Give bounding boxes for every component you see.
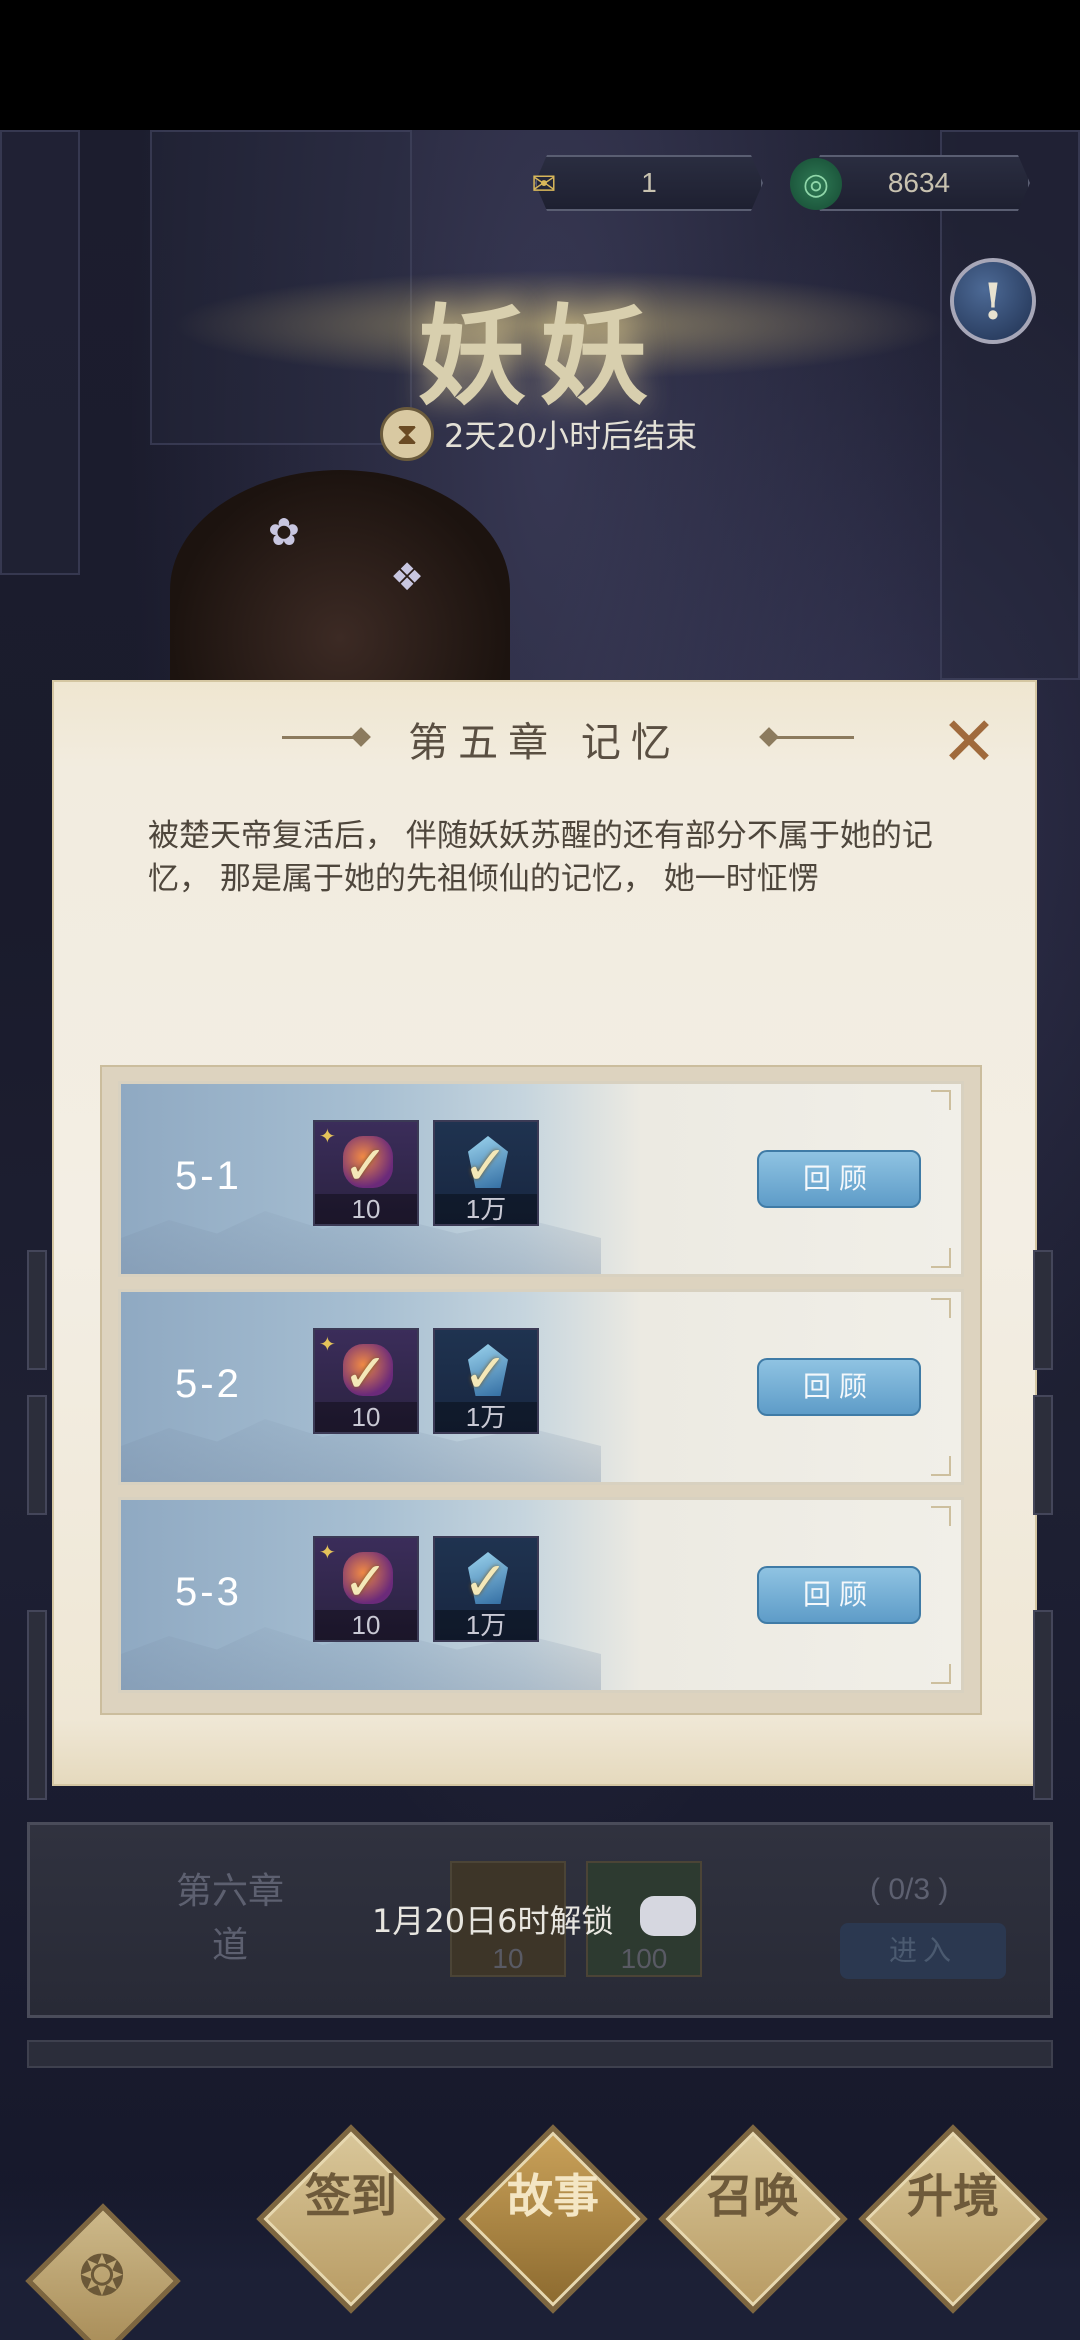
hair-jewel-icon: ❖ xyxy=(390,555,425,599)
enter-button[interactable]: 进入 xyxy=(840,1923,1006,1979)
stage-list: 5-1 ✦ ✓ 10 ✓ 1万 回顾 5-2 ✦ ✓ 10 ✓ 1万 回顾 5-… xyxy=(100,1065,982,1715)
stage-label: 5-1 xyxy=(175,1154,242,1198)
chapter-name: 第六章 道 xyxy=(150,1865,310,1973)
bg-row-edge xyxy=(27,1395,47,1515)
title-line-right xyxy=(774,736,854,739)
check-icon: ✓ xyxy=(463,1550,509,1613)
stage-label: 5-2 xyxy=(175,1362,242,1406)
stage-row: 5-2 ✦ ✓ 10 ✓ 1万 回顾 xyxy=(118,1289,964,1485)
nav-story-label: 故事 xyxy=(486,2170,620,2222)
flag-icon: ✦ xyxy=(319,1540,336,1564)
nav-summon-label: 召唤 xyxy=(686,2170,820,2222)
reward-crystal[interactable]: ✓ 1万 xyxy=(433,1120,539,1226)
chapter-description: 被楚天帝复活后， 伴随妖妖苏醒的还有部分不属于她的记忆， 那是属于她的先祖倾仙的… xyxy=(148,818,933,897)
reward-qty: 1万 xyxy=(435,1402,537,1432)
stage-row: 5-1 ✦ ✓ 10 ✓ 1万 回顾 xyxy=(118,1081,964,1277)
bg-panel-left xyxy=(0,130,80,575)
stage-label: 5-3 xyxy=(175,1570,242,1614)
lock-icon xyxy=(640,1896,696,1936)
bg-row-edge xyxy=(1033,1395,1053,1515)
reward-crystal[interactable]: ✓ 1万 xyxy=(433,1328,539,1434)
reward-qty: 10 xyxy=(315,1194,417,1224)
chapter-dialog: 第五章 记忆 ✕ 被楚天帝复活后， 伴随妖妖苏醒的还有部分不属于她的记忆， 那是… xyxy=(52,680,1037,1786)
event-timer: ⧗ 2天20小时后结束 xyxy=(380,404,697,464)
nav-summon-text: 召唤 xyxy=(707,2169,799,2223)
nav-ascend-text: 升境 xyxy=(907,2169,999,2223)
check-icon: ✓ xyxy=(343,1550,389,1613)
chapter-progress: ( 0/3 ) xyxy=(870,1873,949,1906)
info-button[interactable]: ! xyxy=(950,258,1036,344)
nav-ascend-label: 升境 xyxy=(886,2170,1020,2222)
bg-panel-right xyxy=(940,130,1080,680)
bg-row-edge xyxy=(1033,1250,1053,1370)
character-portrait xyxy=(170,470,510,710)
check-icon: ✓ xyxy=(463,1342,509,1405)
event-title: 妖妖 xyxy=(417,294,662,420)
reward-orb[interactable]: ✦ ✓ 10 xyxy=(313,1120,419,1226)
nav-story-text: 故事 xyxy=(507,2169,599,2223)
ticket-count: 1 xyxy=(641,167,657,198)
reward-qty: 1万 xyxy=(435,1194,537,1224)
frame-corner xyxy=(931,1298,951,1318)
close-icon[interactable]: ✕ xyxy=(934,708,1004,778)
next-row-edge xyxy=(27,2040,1053,2068)
stage-row: 5-3 ✦ ✓ 10 ✓ 1万 回顾 xyxy=(118,1497,964,1693)
reward-crystal[interactable]: ✓ 1万 xyxy=(433,1536,539,1642)
nav-signin-text: 签到 xyxy=(305,2169,397,2223)
review-button[interactable]: 回顾 xyxy=(757,1566,921,1624)
hourglass-icon: ⧗ xyxy=(380,407,434,461)
timer-text: 2天20小时后结束 xyxy=(444,417,698,455)
home-icon: ❂ xyxy=(78,2244,126,2309)
hair-ornament-icon: ✿ xyxy=(268,510,300,554)
dialog-title: 第五章 记忆 xyxy=(408,720,681,766)
reward-qty: 1万 xyxy=(435,1610,537,1640)
bg-row-edge xyxy=(27,1610,47,1800)
flag-icon: ✦ xyxy=(319,1124,336,1148)
reward-qty: 10 xyxy=(315,1402,417,1432)
flag-icon: ✦ xyxy=(319,1332,336,1356)
unlock-time: 1月20日6时解锁 xyxy=(372,1902,614,1940)
review-button[interactable]: 回顾 xyxy=(757,1358,921,1416)
check-icon: ✓ xyxy=(343,1134,389,1197)
jade-coin-icon: ◎ xyxy=(790,158,842,210)
frame-corner xyxy=(931,1456,951,1476)
check-icon: ✓ xyxy=(343,1342,389,1405)
nav-signin-label: 签到 xyxy=(284,2170,418,2222)
review-button[interactable]: 回顾 xyxy=(757,1150,921,1208)
jade-count: 8634 xyxy=(887,167,951,198)
check-icon: ✓ xyxy=(463,1134,509,1197)
frame-corner xyxy=(931,1664,951,1684)
reward-qty: 10 xyxy=(315,1610,417,1640)
chapter-name-line1: 第六章 xyxy=(175,1871,284,1912)
status-bar-area xyxy=(0,0,1080,130)
reward-orb[interactable]: ✦ ✓ 10 xyxy=(313,1536,419,1642)
bg-row-edge xyxy=(27,1250,47,1370)
info-icon: ! xyxy=(982,271,1004,331)
scroll-ticket-icon: ✉ xyxy=(531,166,557,202)
frame-corner xyxy=(931,1248,951,1268)
reward-orb[interactable]: ✦ ✓ 10 xyxy=(313,1328,419,1434)
bg-row-edge xyxy=(1033,1610,1053,1800)
reward-qty: 10 xyxy=(492,1943,524,1974)
reward-qty: 100 xyxy=(620,1943,668,1974)
frame-corner xyxy=(931,1090,951,1110)
chapter-name-line2: 道 xyxy=(211,1925,248,1966)
frame-corner xyxy=(931,1506,951,1526)
